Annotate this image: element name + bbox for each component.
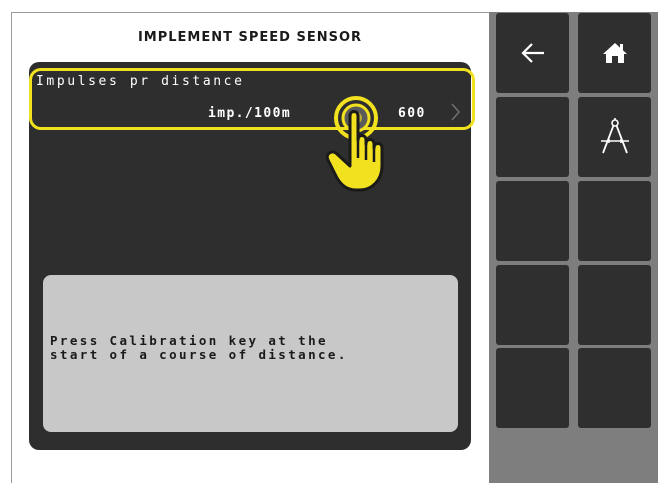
home-button[interactable] (578, 13, 651, 93)
message-line-1: Press Calibration key at the (50, 333, 328, 348)
calibration-message: Press Calibration key at the start of a … (50, 334, 450, 362)
arrow-left-icon (520, 43, 544, 63)
softkey-column (489, 12, 658, 483)
tap-hand-icon (325, 96, 384, 192)
page-title: IMPLEMENT SPEED SENSOR (137, 30, 363, 45)
back-button[interactable] (496, 13, 569, 93)
home-icon (602, 43, 627, 63)
softkey-empty-7[interactable] (578, 348, 651, 428)
softkey-empty-2[interactable] (496, 181, 569, 261)
softkey-empty-1[interactable] (496, 97, 569, 177)
softkey-empty-4[interactable] (496, 265, 569, 345)
softkey-empty-3[interactable] (578, 181, 651, 261)
calibration-compass-icon (600, 118, 629, 154)
calibration-button[interactable] (578, 97, 651, 177)
softkey-empty-6[interactable] (496, 348, 569, 428)
message-line-2: start of a course of distance. (50, 347, 348, 362)
softkey-empty-5[interactable] (578, 265, 651, 345)
